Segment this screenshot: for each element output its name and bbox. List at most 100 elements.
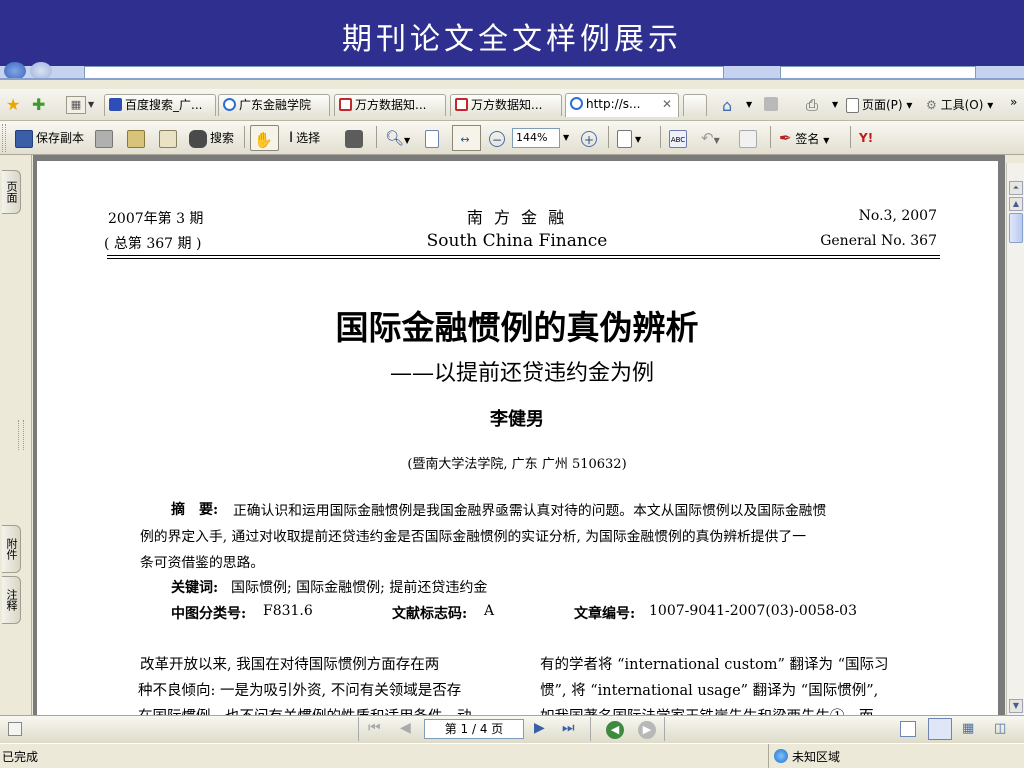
doc-code-value: A [484,603,495,619]
document-viewport[interactable]: 2007年第 3 期 ( 总第 367 期 ) 南 方 金 融 South Ch… [33,155,1005,715]
next-page-icon[interactable]: ▶ [534,720,545,736]
previous-view-icon[interactable]: ◀ [606,721,624,739]
tools-menu[interactable]: ⚙ 工具(O) ▾ [926,95,993,115]
pane-grip[interactable] [18,420,24,450]
yahoo-icon[interactable]: Y! [856,125,876,151]
abstract-line: 正确认识和运用国际金融惯例是我国金融界亟需认真对待的问题。本文从国际惯例以及国际… [233,503,827,519]
keywords: 国际惯例; 国际金融惯例; 提前还贷违约金 [231,580,488,596]
abstract-line: 条可资借鉴的思路。 [140,555,265,571]
navigation-pane [0,155,32,715]
page-menu[interactable]: 页面(P) ▾ [846,95,912,115]
save-copy-button[interactable]: 保存副本 [12,125,87,151]
toolbar-grip [2,124,6,152]
save-copy-label: 保存副本 [36,131,85,145]
close-tab-icon[interactable]: ✕ [662,94,672,114]
body-line: 改革开放以来, 我国在对待国际惯例方面存在两 [140,657,440,673]
undo-icon: ↶ [701,129,714,147]
select-label: 选择 [296,131,321,145]
zoom-in-button[interactable]: + [578,125,603,151]
tab-comments[interactable]: 注释 [2,576,21,624]
author: 李健男 [490,409,544,430]
quick-tabs-icon[interactable]: ▦ [66,96,86,114]
body-line: 种不良倾向: 一是为吸引外资, 不问有关领域是否存 [138,683,462,699]
sign-button[interactable]: ✒ 签名 ▼ [776,125,832,151]
body-line: 如我国著名国际法学家王铁崖先生和梁西先生①。而 [540,704,960,715]
wanfang-favicon-icon [455,98,468,111]
search-button[interactable]: 搜索 [186,125,237,151]
abstract-line: 例的界定入手, 通过对收取提前还贷违约金是否国际金融惯例的实证分析, 为国际金融… [140,529,806,545]
tab-attachments[interactable]: 附件 [2,525,21,573]
fit-width-icon: ↔ [460,132,470,146]
spell-check-button[interactable]: ABC [666,125,693,151]
facing-page-icon[interactable]: ▦ [962,721,980,737]
fit-width-button[interactable]: ↔ [452,125,481,151]
issue-cn: 2007年第 3 期 [108,211,204,227]
undo-button[interactable]: ↶▼ [698,125,723,151]
home-dropdown-icon[interactable]: ▼ [746,100,752,109]
previous-page-icon[interactable]: ◀ [400,720,411,736]
page-number-field[interactable]: 第 1 / 4 页 [424,719,524,739]
issue-en: No.3, 2007 [858,208,937,224]
vertical-scrollbar[interactable]: ⏶ ▲ ▼ [1006,163,1024,715]
camera-icon [345,129,363,148]
single-page-icon[interactable] [900,721,916,737]
last-page-icon[interactable]: ⏭ [562,720,575,736]
clc-value: F831.6 [263,603,313,619]
tab-list-dropdown-icon[interactable]: ▼ [88,96,100,114]
header-rule [107,258,940,259]
next-view-icon[interactable]: ▶ [638,721,656,739]
wanfang-favicon-icon [339,98,352,111]
feeds-icon[interactable] [764,97,778,111]
scroll-thumb[interactable] [1009,213,1023,243]
security-zone: 未知区域 [792,750,841,764]
new-tab-button[interactable] [683,94,707,116]
tab-label: 万方数据知... [355,98,427,112]
continuous-page-icon[interactable] [928,718,952,740]
body-right-column: 有的学者将 “international custom” 翻译为 “国际习 惯”… [540,652,960,715]
body-left-column: 改革开放以来, 我国在对待国际惯例方面存在两 种不良倾向: 一是为吸引外资, 不… [138,652,518,715]
tab-active-pdf[interactable]: http://s... ✕ [565,93,679,117]
undo-dropdown-icon: ▼ [713,136,720,145]
tab-baidu[interactable]: 百度搜索_广... [104,94,216,116]
home-icon[interactable]: ⌂ [722,96,732,115]
email-button[interactable] [156,125,183,151]
favorites-star-icon[interactable]: ★ [6,95,20,114]
add-favorite-icon[interactable]: ✚ [32,95,45,114]
scroll-top-cap [1006,155,1024,163]
zoom-level-field[interactable]: 144% [512,128,560,148]
first-page-icon[interactable]: ⏮ [368,720,381,736]
print-dropdown-icon[interactable]: ▼ [832,100,838,109]
fit-page-button[interactable] [422,125,445,151]
continuous-facing-icon[interactable]: ◫ [994,721,1014,737]
toolbar-separator [770,126,771,148]
zoom-dropdown-icon[interactable]: ▼ [563,133,569,142]
journal-name-en: South China Finance [426,231,608,251]
tab-wanfang-1[interactable]: 万方数据知... [334,94,446,116]
copy-button[interactable] [736,125,763,151]
tab-label: 百度搜索_广... [125,98,203,112]
scroll-down-icon[interactable]: ▼ [1009,699,1023,713]
tab-pages[interactable]: 页面 [2,170,21,214]
body-line: 在国际惯例、也不问有关惯例的性质和适用条件、动 [138,704,518,715]
zoom-out-button[interactable]: − [486,125,511,151]
chevron-more-icon[interactable]: » [1010,95,1017,109]
tab-wanfang-2[interactable]: 万方数据知... [450,94,562,116]
zoom-in-tool-button[interactable]: 🔍︎▼ [382,125,413,151]
clc-label: 中图分类号: [171,606,247,622]
scroll-page-up-icon[interactable]: ▲ [1009,197,1023,211]
print-icon[interactable]: ⎙ [806,96,818,114]
layout-dropdown-icon: ▼ [635,135,642,144]
page-layout-button[interactable]: ▼ [614,125,644,151]
hand-tool-button[interactable]: ✋ [250,125,279,151]
strip-divider [0,78,1024,80]
ie-favicon-icon [570,97,583,110]
options-icon[interactable] [8,722,22,736]
scroll-top-icon[interactable]: ⏶ [1009,181,1023,195]
print-button[interactable] [92,125,119,151]
sign-label: 签名 [795,132,820,146]
tab-gdufe[interactable]: 广东金融学院 [218,94,330,116]
select-tool-button[interactable]: I 选择 [286,125,323,151]
binoculars-icon [189,129,207,148]
snapshot-button[interactable] [342,125,369,151]
organizer-button[interactable] [124,125,151,151]
